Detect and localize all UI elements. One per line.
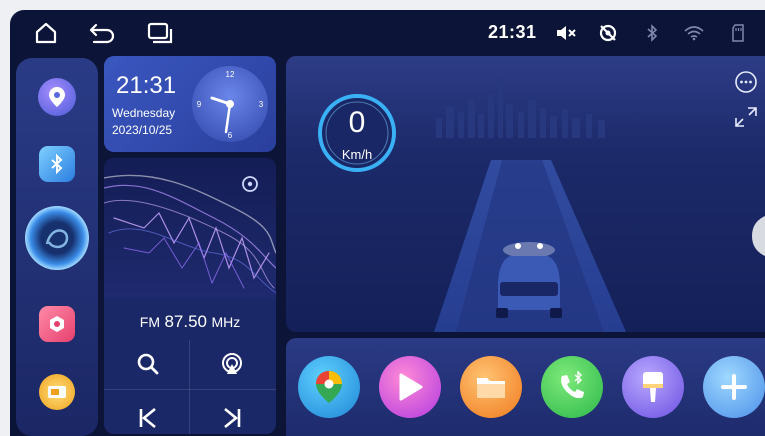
clock-widget[interactable]: 21:31 Wednesday 2023/10/25 12 3 6 9 — [104, 56, 276, 152]
radio-search-button[interactable] — [106, 340, 190, 388]
folder-icon — [477, 378, 505, 398]
sd-card-icon — [724, 20, 752, 46]
city-skyline — [436, 78, 605, 138]
file-manager-app[interactable] — [460, 356, 522, 418]
dial-9: 9 — [197, 100, 202, 109]
clock-time: 21:31 — [116, 72, 177, 99]
video-player-app[interactable] — [379, 356, 441, 418]
status-time: 21:31 — [488, 22, 537, 42]
radio-widget[interactable]: FM 87.50 MHz — [104, 158, 276, 434]
radio-frequency: FM 87.50 MHz — [104, 312, 276, 332]
multiwindow-app[interactable] — [39, 374, 75, 410]
assistant-app[interactable] — [25, 206, 89, 270]
app-dock — [16, 58, 98, 436]
back-icon[interactable] — [88, 20, 116, 46]
head-unit-screen: 21:31 21:31 Wednesday 2023/10/25 12 3 6 … — [10, 10, 765, 436]
radio-unit: MHz — [211, 314, 241, 330]
mute-icon — [552, 20, 580, 46]
paint-brush-icon — [643, 372, 663, 402]
clock-weekday: Wednesday — [112, 106, 176, 120]
car — [496, 242, 562, 318]
multiwindow-icon — [48, 386, 66, 398]
radio-next-button[interactable] — [190, 394, 274, 434]
radio-band: FM — [139, 314, 160, 330]
radio-previous-button[interactable] — [106, 394, 190, 434]
analog-clock: 12 3 6 9 — [192, 66, 268, 142]
add-app[interactable] — [703, 356, 765, 418]
divider — [104, 389, 276, 390]
maps-app[interactable] — [38, 78, 76, 116]
assistant-orb-icon — [45, 229, 69, 249]
home-icon[interactable] — [32, 20, 60, 46]
camera-icon — [50, 316, 64, 332]
driving-panel[interactable]: 0 Km/h — [286, 56, 765, 332]
search-icon — [137, 353, 159, 375]
broadcast-icon — [222, 353, 242, 374]
divider — [189, 340, 190, 434]
speed-value: 0 — [348, 106, 366, 139]
phone-bluetooth-icon — [561, 371, 584, 399]
speed-unit: Km/h — [341, 147, 373, 162]
bluetooth-icon — [638, 20, 666, 46]
google-maps-app[interactable] — [298, 356, 360, 418]
dial-12: 12 — [226, 70, 235, 79]
phone-app[interactable] — [541, 356, 603, 418]
paint-app[interactable] — [622, 356, 684, 418]
bluetooth-icon — [51, 154, 63, 174]
app-bar — [286, 338, 765, 436]
plus-icon — [721, 374, 747, 400]
maps-pin-icon — [316, 371, 342, 403]
camera-app[interactable] — [39, 306, 75, 342]
more-options-icon[interactable] — [735, 71, 757, 93]
dial-3: 3 — [259, 100, 264, 109]
expand-icon[interactable] — [735, 107, 757, 127]
dial-6: 6 — [228, 131, 233, 140]
next-icon — [224, 407, 241, 429]
play-icon — [399, 373, 423, 401]
no-gps-icon — [594, 20, 622, 46]
status-bar: 21:31 — [10, 10, 765, 56]
location-pin-icon — [49, 87, 65, 107]
radio-broadcast-button[interactable] — [190, 340, 274, 388]
wifi-icon — [680, 20, 708, 46]
radio-visualizer — [104, 158, 276, 298]
radio-frequency-value: 87.50 — [164, 312, 207, 331]
previous-icon — [139, 407, 156, 429]
bluetooth-app[interactable] — [39, 146, 75, 182]
clock-date: 2023/10/25 — [112, 123, 173, 137]
recent-apps-icon[interactable] — [146, 20, 174, 46]
side-panel-handle[interactable] — [752, 216, 765, 256]
